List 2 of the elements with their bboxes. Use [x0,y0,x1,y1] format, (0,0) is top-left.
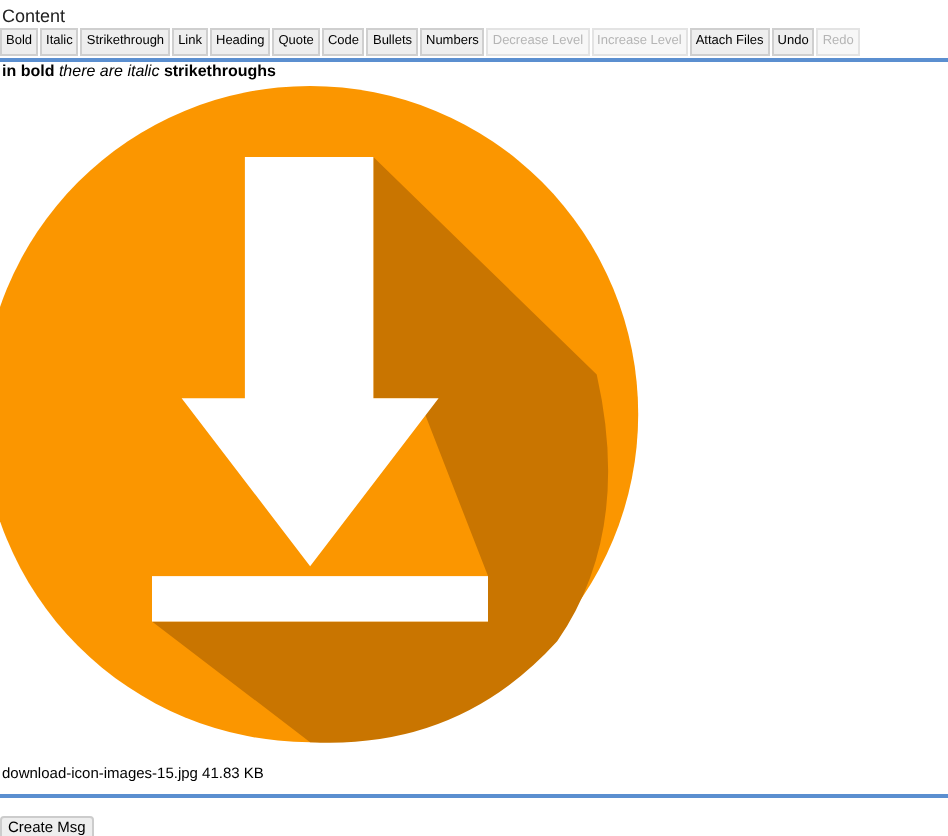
content-text: in bold there are italic strikethroughs [0,62,276,82]
field-label: Content [2,6,66,28]
